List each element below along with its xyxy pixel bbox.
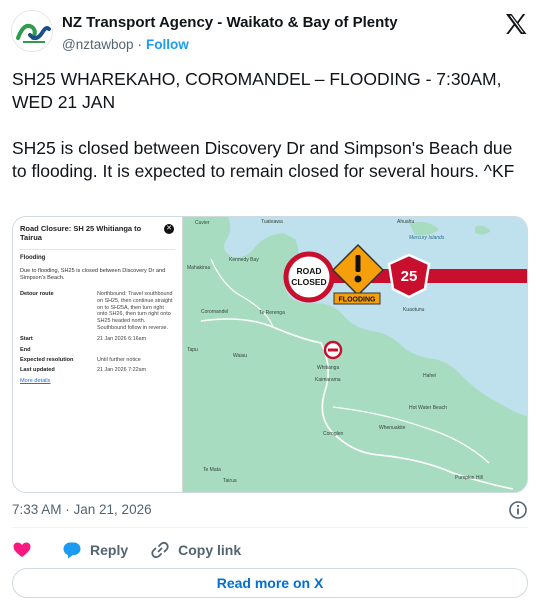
svg-text:CLOSED: CLOSED xyxy=(291,277,326,287)
flooding-sign: FLOODING xyxy=(333,292,381,305)
reply-icon xyxy=(63,542,81,559)
panel-title: Road Closure: SH 25 Whitianga to Tairua xyxy=(20,224,142,242)
svg-text:Coroglen: Coroglen xyxy=(323,431,344,437)
info-icon[interactable] xyxy=(508,500,528,520)
more-details-link: More details xyxy=(20,378,51,385)
svg-text:Tairua: Tairua xyxy=(223,478,237,484)
svg-text:Coromandel: Coromandel xyxy=(201,309,228,315)
divider xyxy=(12,527,528,528)
svg-text:Mercury Islands: Mercury Islands xyxy=(409,235,445,241)
svg-text:Waiau: Waiau xyxy=(233,353,247,359)
tweet-timestamp[interactable]: 7:33 AM · Jan 21, 2026 xyxy=(12,502,152,517)
svg-text:Mahakirau: Mahakirau xyxy=(187,265,211,271)
panel-heading: Flooding xyxy=(20,255,46,261)
link-icon xyxy=(151,541,169,559)
panel-row: Detour route Northbound: Travel southbou… xyxy=(20,291,173,331)
svg-text:ROAD: ROAD xyxy=(296,266,321,276)
close-icon: ✕ xyxy=(164,224,174,234)
read-more-button[interactable]: Read more on X xyxy=(12,568,528,598)
tweet-body: SH25 is closed between Discovery Dr and … xyxy=(12,138,515,181)
panel-row: End xyxy=(20,346,31,353)
action-bar: Reply Copy link xyxy=(12,539,263,561)
author-name[interactable]: NZ Transport Agency - Waikato & Bay of P… xyxy=(62,14,398,31)
svg-text:Tuateawa: Tuateawa xyxy=(261,219,283,225)
author-meta: @nztawbop · Follow xyxy=(62,37,189,52)
panel-description: Due to flooding, SH25 is closed between … xyxy=(20,268,166,281)
tweet-headline: SH25 WHAREKAHO, COROMANDEL – FLOODING - … xyxy=(12,69,502,112)
svg-text:Te Mata: Te Mata xyxy=(203,467,221,473)
svg-text:Whitianga: Whitianga xyxy=(317,365,339,371)
panel-row: Last updated 21 Jan 2026 7:22am xyxy=(20,367,147,374)
follow-button[interactable]: Follow xyxy=(146,37,189,52)
sh25-shield: 25 xyxy=(387,253,431,299)
nzta-logo-icon xyxy=(12,11,52,51)
svg-text:Hot Water Beach: Hot Water Beach xyxy=(409,405,447,411)
road-closure-panel: Road Closure: SH 25 Whitianga to Tairua … xyxy=(13,217,183,492)
svg-text:Pumpkin Hill: Pumpkin Hill xyxy=(455,475,483,481)
svg-text:Kaimarama: Kaimarama xyxy=(315,377,341,383)
svg-text:25: 25 xyxy=(401,268,418,285)
svg-text:Te Rerenga: Te Rerenga xyxy=(259,310,285,316)
no-entry-icon xyxy=(323,340,343,360)
avatar[interactable] xyxy=(11,10,53,52)
reply-button[interactable]: Reply xyxy=(62,540,128,560)
tweet-text: SH25 WHAREKAHO, COROMANDEL – FLOODING - … xyxy=(12,68,527,183)
panel-row: Start 21 Jan 2026 6:16am xyxy=(20,335,147,342)
svg-text:Whenuakite: Whenuakite xyxy=(379,425,406,431)
svg-text:Hahei: Hahei xyxy=(423,373,436,379)
tweet-card: NZ Transport Agency - Waikato & Bay of P… xyxy=(0,0,538,606)
reply-label: Reply xyxy=(90,542,129,558)
svg-text:FLOODING: FLOODING xyxy=(339,297,376,304)
copy-link-button[interactable]: Copy link xyxy=(150,540,241,560)
author-handle[interactable]: @nztawbop xyxy=(62,37,134,52)
x-logo-icon[interactable] xyxy=(504,12,528,36)
svg-text:Cuvier: Cuvier xyxy=(195,220,210,226)
heart-icon xyxy=(13,542,31,557)
svg-text:Ahuahu: Ahuahu xyxy=(397,219,414,225)
map: ROAD CLOSED FLOODING 25 Cuvier Tuateawa … xyxy=(183,217,527,492)
road-closed-sign: ROAD CLOSED xyxy=(283,251,335,303)
svg-text:Kuaotunu: Kuaotunu xyxy=(403,307,425,313)
separator-dot: · xyxy=(137,37,143,52)
svg-text:Tapu: Tapu xyxy=(187,347,198,353)
svg-text:Kennedy Bay: Kennedy Bay xyxy=(229,257,259,263)
media-image[interactable]: Road Closure: SH 25 Whitianga to Tairua … xyxy=(12,216,528,493)
panel-row: Expected resolution Until further notice xyxy=(20,356,141,363)
copy-link-label: Copy link xyxy=(178,542,242,558)
like-button[interactable] xyxy=(12,540,40,560)
